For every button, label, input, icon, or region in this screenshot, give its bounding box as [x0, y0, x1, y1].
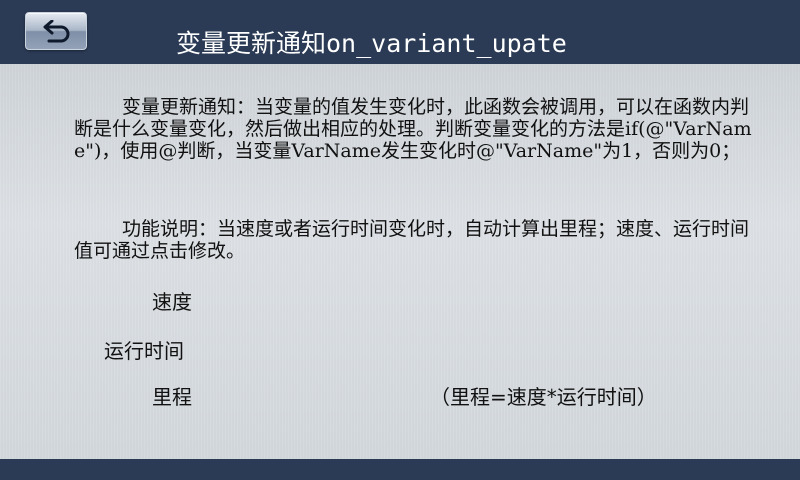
page-title: 变量更新通知on_variant_upate: [176, 29, 567, 58]
speed-value[interactable]: [215, 287, 385, 317]
title-bar: 变量更新通知on_variant_upate: [0, 0, 800, 64]
mileage-label: 里程: [152, 385, 192, 409]
description-text: 变量更新通知：当变量的值发生变化时，此函数会被调用，可以在函数内判断是什么变量变…: [74, 96, 752, 162]
mileage-formula-note: （里程=速度*运行时间）: [430, 385, 657, 409]
runtime-label: 运行时间: [104, 339, 184, 363]
function-description-text: 功能说明：当速度或者运行时间变化时，自动计算出里程；速度、运行时间值可通过点击修…: [74, 218, 750, 262]
mileage-value: [215, 382, 385, 412]
return-arrow-icon: [43, 20, 70, 43]
runtime-value[interactable]: [215, 336, 385, 366]
content-panel: 变量更新通知：当变量的值发生变化时，此函数会被调用，可以在函数内判断是什么变量变…: [0, 64, 800, 459]
description-paragraph: 变量更新通知：当变量的值发生变化时，此函数会被调用，可以在函数内判断是什么变量变…: [74, 96, 764, 162]
function-description-paragraph: 功能说明：当速度或者运行时间变化时，自动计算出里程；速度、运行时间值可通过点击修…: [74, 218, 764, 262]
back-button[interactable]: [25, 12, 87, 50]
bottom-bar: [0, 459, 800, 480]
speed-label: 速度: [152, 290, 192, 314]
